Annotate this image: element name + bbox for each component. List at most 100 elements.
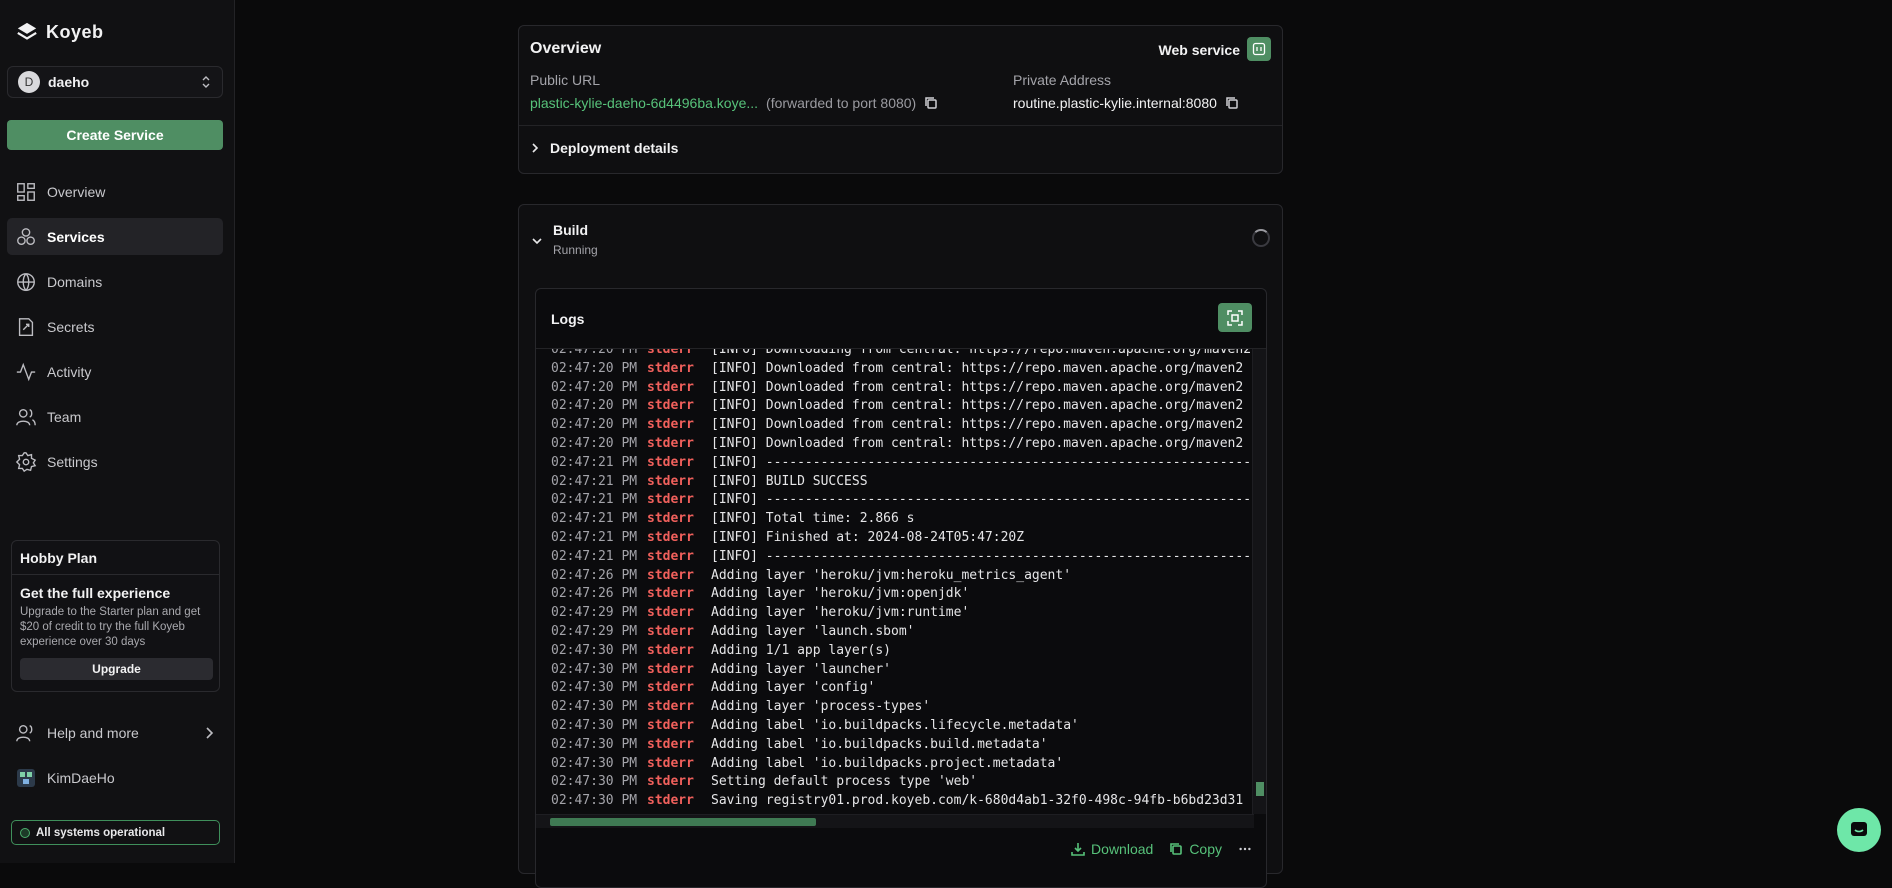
log-message: [INFO] ---------------------------------…: [711, 491, 1254, 510]
vertical-scrollbar[interactable]: [1252, 349, 1266, 814]
scrollbar-thumb[interactable]: [550, 818, 816, 826]
more-icon: [1238, 842, 1252, 856]
copy-icon[interactable]: [1225, 96, 1239, 110]
org-selector[interactable]: D daeho: [7, 66, 223, 98]
upgrade-button[interactable]: Upgrade: [20, 658, 213, 680]
log-source: stderr: [647, 792, 701, 811]
logs-actions: Download Copy: [1071, 841, 1252, 857]
log-message: Setting default process type 'web': [711, 773, 977, 792]
sidebar-item-team[interactable]: Team: [7, 398, 223, 435]
private-address-label: Private Address: [1013, 72, 1111, 88]
sidebar-nav: Overview Services Domains Secrets Activi…: [7, 173, 223, 488]
log-output[interactable]: 02:47:20 PM stderr [INFO] Downloading from…: [536, 349, 1254, 814]
user-menu[interactable]: KimDaeHo: [15, 766, 115, 790]
fullscreen-button[interactable]: [1218, 303, 1252, 332]
gear-icon: [15, 451, 37, 473]
log-timestamp: 02:47:30 PM: [551, 717, 637, 736]
log-message: [INFO] Downloaded from central: https://…: [711, 379, 1243, 398]
log-line: 02:47:30 PMstderrAdding layer 'process-t…: [536, 698, 1254, 717]
log-source: stderr: [647, 623, 701, 642]
koyeb-logo[interactable]: Koyeb: [16, 20, 104, 44]
log-line: 02:47:20 PMstderr[INFO] Downloaded from …: [536, 435, 1254, 454]
deployment-details-label: Deployment details: [550, 140, 678, 156]
log-source: stderr: [647, 379, 701, 398]
sidebar-item-overview[interactable]: Overview: [7, 173, 223, 210]
scrollbar-thumb[interactable]: [1256, 782, 1264, 796]
log-message: [INFO] Downloading from central: https:/…: [711, 349, 1251, 360]
log-message: Adding label 'io.buildpacks.build.metada…: [711, 736, 1048, 755]
log-message: [INFO] Finished at: 2024-08-24T05:47:20Z: [711, 529, 1024, 548]
log-timestamp: 02:47:21 PM: [551, 454, 637, 473]
log-line: 02:47:29 PMstderrAdding layer 'heroku/jv…: [536, 604, 1254, 623]
deployment-details-toggle[interactable]: Deployment details: [530, 140, 678, 156]
sidebar-item-activity[interactable]: Activity: [7, 353, 223, 390]
help-menu[interactable]: Help and more: [15, 721, 215, 745]
log-source: stderr: [647, 736, 701, 755]
chevron-down-icon: [531, 236, 543, 246]
log-line: 02:47:29 PMstderrAdding layer 'launch.sb…: [536, 623, 1254, 642]
build-card: Build Running Logs 02:47:20 PMstderr[INF…: [518, 204, 1283, 874]
sidebar-item-label: Team: [47, 409, 81, 425]
log-timestamp: 02:47:30 PM: [551, 642, 637, 661]
sidebar-item-label: Domains: [47, 274, 102, 290]
support-chat-button[interactable]: [1837, 808, 1881, 852]
log-line: 02:47:30 PMstderrAdding 1/1 app layer(s): [536, 642, 1254, 661]
log-line: 02:47:20 PMstderr[INFO] Downloaded from …: [536, 379, 1254, 398]
log-timestamp: 02:47:30 PM: [551, 698, 637, 717]
log-source: stderr: [647, 397, 701, 416]
copy-icon[interactable]: [924, 96, 938, 110]
log-source: stderr: [647, 661, 701, 680]
log-timestamp: 02:47:20 PM: [551, 397, 637, 416]
log-source: stderr: [647, 416, 701, 435]
public-url-link[interactable]: plastic-kylie-daeho-6d4496ba.koye...: [530, 95, 758, 111]
log-line: 02:47:20 PMstderr[INFO] Downloaded from …: [536, 360, 1254, 379]
help-label: Help and more: [47, 725, 193, 741]
log-source: stderr: [647, 773, 701, 792]
log-line: 02:47:30 PMstderrSaving registry01.prod.…: [536, 792, 1254, 811]
log-timestamp: 02:47:26 PM: [551, 567, 637, 586]
log-message: [INFO] BUILD SUCCESS: [711, 473, 868, 492]
log-line: 02:47:21 PMstderr[INFO] ----------------…: [536, 548, 1254, 567]
copy-logs-button[interactable]: Copy: [1169, 841, 1222, 857]
log-source: stderr: [647, 360, 701, 379]
log-timestamp: 02:47:21 PM: [551, 473, 637, 492]
log-source: stderr: [647, 548, 701, 567]
log-line: 02:47:30 PMstderrAdding layer 'launcher': [536, 661, 1254, 680]
logs-panel: Logs 02:47:20 PMstderr[INFO] Downloading…: [535, 288, 1267, 888]
log-line: 02:47:21 PMstderr[INFO] ----------------…: [536, 454, 1254, 473]
chevron-up-down-icon: [200, 75, 212, 89]
sidebar-item-secrets[interactable]: Secrets: [7, 308, 223, 345]
download-label: Download: [1091, 841, 1153, 857]
log-line: 02:47:21 PMstderr[INFO] ----------------…: [536, 491, 1254, 510]
sidebar-item-label: Secrets: [47, 319, 94, 335]
build-title: Build: [553, 222, 588, 238]
plan-header: Hobby Plan: [12, 541, 219, 575]
log-timestamp: 02:47:21 PM: [551, 510, 637, 529]
horizontal-scrollbar[interactable]: [536, 814, 1254, 828]
more-options-button[interactable]: [1238, 842, 1252, 856]
log-source: stderr: [647, 435, 701, 454]
log-source: stderr: [647, 642, 701, 661]
log-timestamp: 02:47:20 PM: [551, 435, 637, 454]
sidebar-item-services[interactable]: Services: [7, 218, 223, 255]
build-collapse-toggle[interactable]: [531, 233, 543, 249]
sidebar-item-domains[interactable]: Domains: [7, 263, 223, 300]
download-logs-button[interactable]: Download: [1071, 841, 1153, 857]
org-name: daeho: [48, 74, 192, 90]
loading-spinner-icon: [1252, 229, 1270, 247]
log-source: stderr: [647, 717, 701, 736]
sidebar-item-settings[interactable]: Settings: [7, 443, 223, 480]
log-line: 02:47:21 PMstderr[INFO] Total time: 2.86…: [536, 510, 1254, 529]
sidebar-item-label: Overview: [47, 184, 105, 200]
user-name: KimDaeHo: [47, 770, 115, 786]
log-line: 02:47:20 PMstderr[INFO] Downloaded from …: [536, 416, 1254, 435]
koyeb-logo-icon: [16, 21, 38, 43]
create-service-button[interactable]: Create Service: [7, 120, 223, 150]
log-source: stderr: [647, 349, 701, 360]
log-timestamp: 02:47:20 PM: [551, 349, 637, 360]
status-dot-icon: [20, 828, 30, 838]
log-message: Adding label 'io.buildpacks.project.meta…: [711, 755, 1063, 774]
copy-label: Copy: [1189, 841, 1222, 857]
system-status[interactable]: All systems operational: [11, 820, 220, 845]
log-message: Adding layer 'heroku/jvm:heroku_metrics_…: [711, 567, 1071, 586]
